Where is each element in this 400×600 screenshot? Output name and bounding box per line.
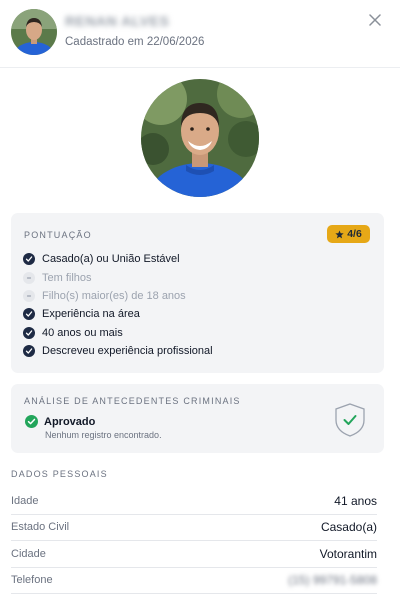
registration-date: Cadastrado em 22/06/2026 — [65, 36, 205, 48]
close-button[interactable] — [364, 9, 386, 31]
score-card: PONTUAÇÃO 4/6 Casado(a) ou União Estável… — [11, 213, 384, 373]
row-label: Cidade — [11, 548, 46, 560]
score-value: 4/6 — [347, 228, 362, 240]
dash-icon — [23, 290, 35, 302]
data-row-marital-status: Estado Civil Casado(a) — [11, 515, 377, 541]
avatar — [11, 9, 57, 55]
check-icon — [23, 253, 35, 265]
criterion-label: Descreveu experiência profissional — [42, 345, 213, 357]
candidate-name: RENAN ALVES — [65, 13, 170, 29]
data-row-phone: Telefone (15) 99791-5808 — [11, 568, 377, 594]
criterion-experience: Experiência na área — [23, 306, 140, 322]
criterion-married: Casado(a) ou União Estável — [23, 251, 180, 267]
row-label: Estado Civil — [11, 521, 70, 533]
row-value: (15) 99791-5808 — [288, 573, 377, 587]
check-icon — [23, 327, 35, 339]
check-icon — [23, 308, 35, 320]
row-label: Telefone — [11, 574, 53, 586]
criterion-label: Tem filhos — [42, 272, 92, 284]
background-check-description: Nenhum registro encontrado. — [45, 430, 162, 440]
personal-data-title: DADOS PESSOAIS — [11, 469, 108, 479]
row-value: 41 anos — [334, 494, 377, 508]
background-check-status: Aprovado — [25, 415, 95, 428]
data-row-age: Idade 41 anos — [11, 489, 377, 515]
row-value: Votorantim — [319, 547, 377, 561]
row-value: Casado(a) — [320, 520, 377, 534]
criterion-adult-children: Filho(s) maior(es) de 18 anos — [23, 288, 186, 304]
criterion-label: Experiência na área — [42, 308, 140, 320]
background-check-card: ANÁLISE DE ANTECEDENTES CRIMINAIS Aprova… — [11, 384, 384, 453]
dash-icon — [23, 272, 35, 284]
criterion-label: Casado(a) ou União Estável — [42, 253, 180, 265]
shield-check-icon — [335, 403, 365, 437]
row-label: Idade — [11, 495, 39, 507]
profile-photo — [141, 79, 259, 197]
criterion-description: Descreveu experiência profissional — [23, 343, 213, 359]
data-row-city: Cidade Votorantim — [11, 542, 377, 568]
score-badge: 4/6 — [327, 225, 370, 243]
status-label: Aprovado — [44, 415, 96, 428]
check-icon — [23, 345, 35, 357]
criterion-label: Filho(s) maior(es) de 18 anos — [42, 290, 186, 302]
background-check-title: ANÁLISE DE ANTECEDENTES CRIMINAIS — [24, 396, 241, 406]
approved-check-icon — [25, 415, 38, 428]
star-icon — [335, 229, 344, 238]
score-title: PONTUAÇÃO — [24, 230, 92, 240]
criterion-children: Tem filhos — [23, 270, 92, 286]
criterion-label: 40 anos ou mais — [42, 327, 123, 339]
close-icon — [369, 14, 381, 26]
profile-header: RENAN ALVES Cadastrado em 22/06/2026 — [0, 0, 400, 68]
criterion-age: 40 anos ou mais — [23, 325, 123, 341]
